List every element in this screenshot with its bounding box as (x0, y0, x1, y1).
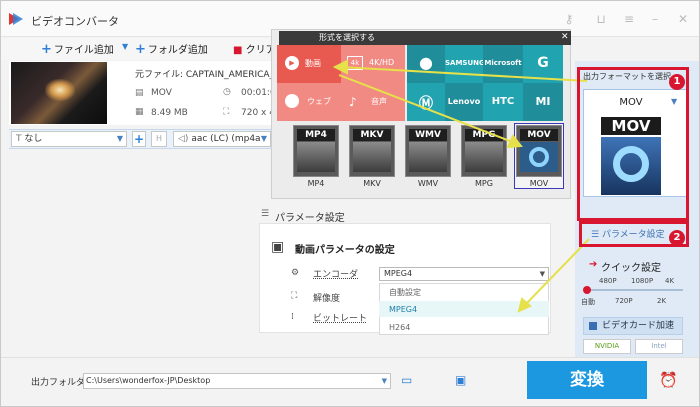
step-badge-1: 1 (669, 74, 685, 90)
annotation-arrow-to-mov (338, 74, 516, 144)
app-window: ビデオコンバータ ⚷ ⊔ ≡ – ✕ + ファイル追加 ▼ + フォルダ追加 ■ ク… (0, 0, 700, 407)
step-badge-2: 2 (669, 230, 685, 246)
annotation-arrow-to-encoder (524, 238, 590, 306)
highlight-output-format (577, 67, 689, 221)
annotation-arrow-to-video (340, 66, 588, 82)
